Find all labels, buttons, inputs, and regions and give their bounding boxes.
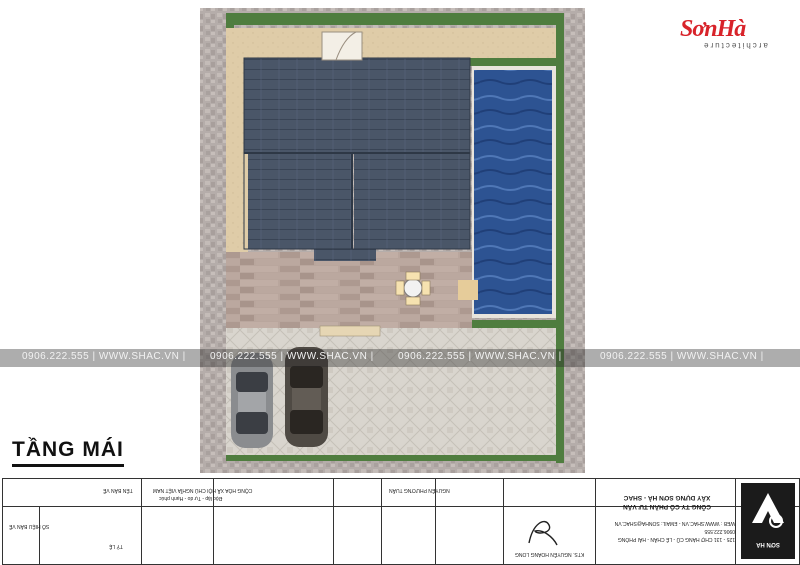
roof-right xyxy=(354,153,470,249)
country-name: CỘNG HÒA XÃ HỘI CHỦ NGHĨA VIỆT NAM xyxy=(153,487,253,493)
roof-left xyxy=(248,153,352,249)
title-underline xyxy=(12,464,124,467)
designer-name: NGUYỄN PHƯƠNG TUẤN xyxy=(389,487,450,493)
watermark-text: 0906.222.555 | WWW.SHAC.VN | xyxy=(22,351,186,362)
watermark-text: 0906.222.555 | WWW.SHAC.VN | xyxy=(398,351,562,362)
sonha-logo-icon xyxy=(752,493,784,528)
watermark-text: 0906.222.555 | WWW.SHAC.VN | xyxy=(210,351,374,362)
terrace-top xyxy=(226,28,556,58)
grass-right xyxy=(556,13,564,463)
company-logo-caption: SƠN HÀ xyxy=(756,541,780,547)
drawing-title: TẦNG MÁI xyxy=(12,438,124,461)
company-address: 125 - 131 CHỢ HÀNG CŨ - LÊ CHÂN - HẢI PH… xyxy=(617,536,735,542)
country-motto: Độc lập - Tự do - Hạnh phúc xyxy=(159,495,223,501)
company-name-line-1: CÔNG TY CỔ PHẦN TƯ VẤN xyxy=(623,503,711,510)
driveway xyxy=(226,328,556,455)
drawing-name-label: TÊN BẢN VẼ xyxy=(103,487,133,493)
company-contact: 125 - 131 CHỢ HÀNG CŨ - LÊ CHÂN - HẢI PH… xyxy=(599,519,735,543)
company-name-line-2: XÂY DỰNG SƠN HÀ - SHAC xyxy=(623,494,711,501)
wood-deck xyxy=(226,252,472,328)
patio-table xyxy=(403,278,423,298)
site-plan-drawing xyxy=(200,8,585,473)
site-plan xyxy=(0,0,800,478)
signature-icon xyxy=(528,520,558,546)
brand-logo-mark: SơnHà xyxy=(680,16,746,42)
company-web: WEB : WWW.SHAC.VN - EMAIL: SONHA@SHAC.VN xyxy=(614,520,735,526)
sheet-label: SỐ HIỆU BẢN VẼ xyxy=(9,523,50,529)
brand-logo-tagline: architecture xyxy=(702,41,768,50)
watermark-strip: 0906.222.555 | WWW.SHAC.VN | 0906.222.55… xyxy=(0,349,800,367)
watermark-text: 0906.222.555 | WWW.SHAC.VN | xyxy=(600,351,764,362)
company-info: CÔNG TY CỔ PHẦN TƯ VẤN XÂY DỰNG SƠN HÀ -… xyxy=(603,493,731,511)
scale-label: TỶ LỆ xyxy=(109,543,123,549)
title-block: SỐ HIỆU BẢN VẼ TỶ LỆ TÊN BẢN VẼ CỘNG HÒA… xyxy=(2,478,800,565)
swimming-pool xyxy=(474,70,552,314)
car-left xyxy=(231,353,273,448)
company-phone: 0906.222.555 xyxy=(704,528,735,534)
architect-name: KTS. NGUYỄN HOÀNG LONG xyxy=(515,551,585,557)
brand-logo: SơnHà architecture xyxy=(680,16,790,56)
company-logo-box: SƠN HÀ xyxy=(741,483,795,559)
grass-top xyxy=(226,13,559,25)
roof-upper xyxy=(244,58,470,153)
grass-bottom xyxy=(226,455,556,461)
